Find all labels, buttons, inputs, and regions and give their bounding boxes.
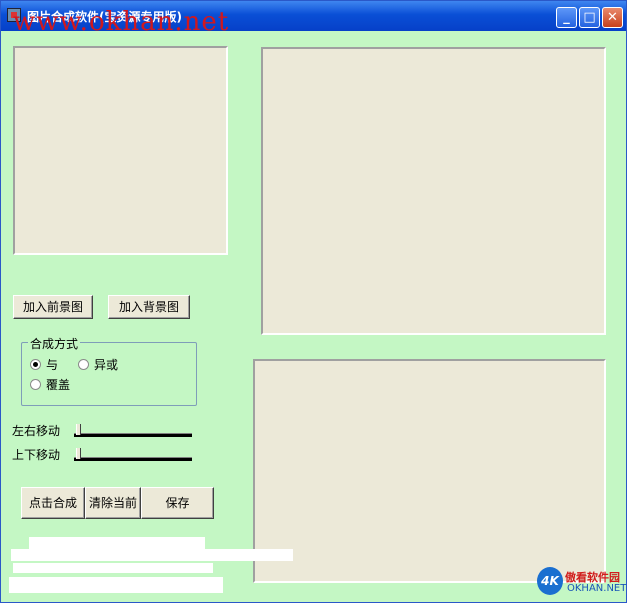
obscured-region: [13, 563, 213, 573]
blend-mode-label: 合成方式: [28, 335, 81, 352]
radio-xor-label: 异或: [94, 358, 119, 372]
radio-and-circle[interactable]: [30, 359, 41, 370]
close-button[interactable]: ✕: [602, 7, 623, 28]
radio-overlay[interactable]: 覆盖: [30, 376, 70, 393]
blend-mode-group: 合成方式 与 异或 覆盖: [21, 335, 197, 406]
clear-current-button[interactable]: 清除当前: [85, 487, 141, 519]
title-bar[interactable]: 图片合成软件(宝资源专用版) www.okhan.net _ □ ✕: [1, 1, 626, 37]
site-logo: 4K 傲看软件园 OKHAN.NET: [535, 567, 627, 597]
add-foreground-button[interactable]: 加入前景图: [13, 295, 93, 319]
vertical-move-label: 上下移动: [12, 448, 61, 462]
horizontal-slider-track[interactable]: [74, 433, 192, 437]
radio-xor-circle[interactable]: [78, 359, 89, 370]
minimize-button[interactable]: _: [556, 7, 577, 28]
background-image-panel: [261, 47, 606, 335]
obscured-region: [29, 537, 205, 549]
vertical-slider-track[interactable]: [74, 457, 192, 461]
save-button[interactable]: 保存: [141, 487, 214, 519]
foreground-image-panel: [13, 46, 228, 255]
horizontal-slider-thumb[interactable]: [76, 424, 81, 435]
maximize-button[interactable]: □: [579, 7, 600, 28]
radio-and-label: 与: [46, 358, 59, 372]
add-background-button[interactable]: 加入背景图: [108, 295, 190, 319]
radio-and[interactable]: 与: [30, 356, 58, 373]
logo-name-en: OKHAN.NET: [567, 583, 627, 594]
result-image-panel: [253, 359, 606, 583]
obscured-region: [9, 577, 223, 593]
logo-mark-icon: 4K: [537, 567, 563, 595]
compose-button[interactable]: 点击合成: [21, 487, 85, 519]
app-window: 图片合成软件(宝资源专用版) www.okhan.net _ □ ✕ 加入前景图…: [0, 0, 627, 603]
horizontal-move-label: 左右移动: [12, 424, 61, 438]
watermark-text: www.okhan.net: [13, 7, 230, 37]
radio-xor[interactable]: 异或: [78, 356, 118, 373]
horizontal-move-slider[interactable]: [74, 423, 192, 441]
vertical-move-slider[interactable]: [74, 447, 192, 465]
vertical-slider-thumb[interactable]: [76, 448, 81, 459]
radio-overlay-circle[interactable]: [30, 379, 41, 390]
obscured-region: [11, 549, 293, 561]
radio-overlay-label: 覆盖: [46, 378, 71, 392]
